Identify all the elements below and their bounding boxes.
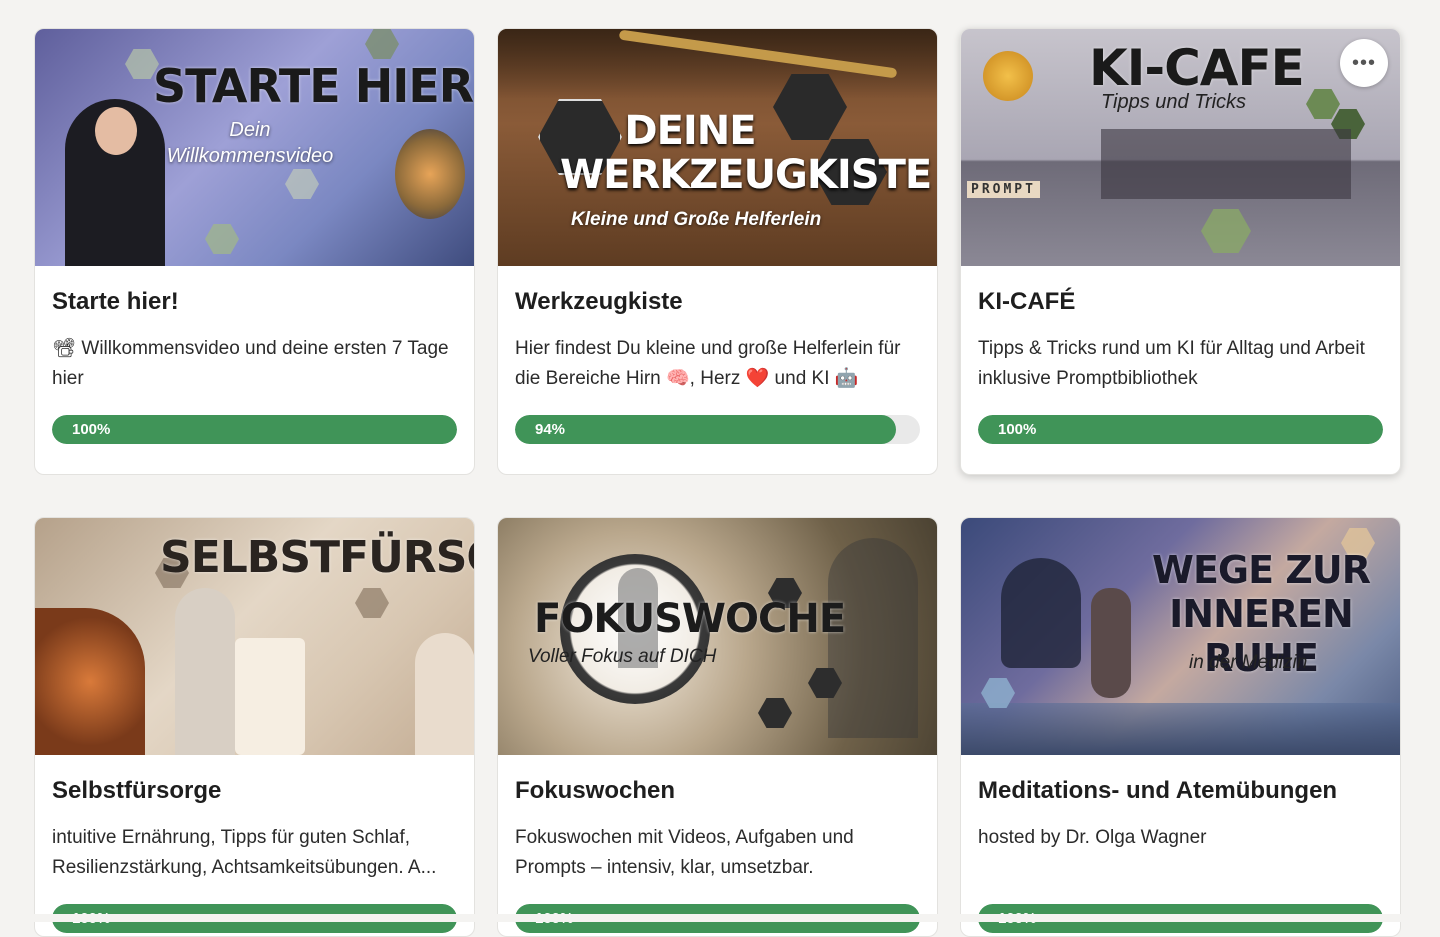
- course-description: hosted by Dr. Olga Wagner: [978, 827, 1207, 848]
- robot-icon: [983, 51, 1033, 101]
- progress-fill: 100%: [978, 415, 1383, 444]
- candle-image: [235, 638, 305, 755]
- food-plate-image: [35, 608, 145, 755]
- progress-fill: 100%: [52, 415, 457, 444]
- thumb-title: DEINE WERKZEUGKISTE: [560, 108, 932, 198]
- water-image: [961, 703, 1400, 755]
- woman-image: [175, 588, 235, 755]
- progress-bar: 100%: [978, 415, 1383, 444]
- meditating-silhouette: [1001, 558, 1081, 668]
- thumb-subtitle: Voller Fokus auf DICH: [528, 646, 717, 667]
- thumb-title: FOKUSWOCHE: [534, 596, 846, 642]
- course-thumbnail[interactable]: SELBSTFÜRSORGE: [35, 518, 474, 755]
- course-thumbnail[interactable]: FOKUSWOCHE Voller Fokus auf DICH: [498, 518, 937, 755]
- thumb-subtitle: Tipps und Tricks: [1101, 91, 1247, 113]
- thumb-subtitle: Dein Willkommensvideo: [166, 119, 334, 167]
- course-title[interactable]: Fokuswochen: [515, 777, 920, 805]
- course-description: Tipps & Tricks rund um KI für Alltag und…: [978, 338, 1365, 389]
- progress-label: 94%: [535, 421, 566, 438]
- prompt-label: PROMPT: [967, 181, 1040, 198]
- course-thumbnail[interactable]: DEINE WERKZEUGKISTE Kleine und Große Hel…: [498, 29, 937, 266]
- progress-fill: 94%: [515, 415, 896, 444]
- lightbulb-image: [395, 129, 465, 219]
- course-title[interactable]: Werkzeugkiste: [515, 288, 920, 316]
- course-grid: STARTE HIER! Dein Willkommensvideo Start…: [34, 28, 1401, 937]
- course-title[interactable]: Meditations- und Atemübungen: [978, 777, 1383, 805]
- thumb-title: KI-CAFE: [1089, 39, 1305, 97]
- course-thumbnail[interactable]: KI-CAFE Tipps und Tricks PROMPT •••: [961, 29, 1400, 266]
- more-options-button[interactable]: •••: [1340, 39, 1388, 87]
- progress-bar: 100%: [52, 415, 457, 444]
- course-card-meditation[interactable]: WEGE ZUR INNEREN RUHE in der Medizin Med…: [960, 517, 1401, 937]
- course-description: 📽 Willkommensvideo und deine ersten 7 Ta…: [52, 338, 449, 389]
- thumb-title: STARTE HIER!: [153, 59, 474, 113]
- course-card-fokuswochen[interactable]: FOKUSWOCHE Voller Fokus auf DICH Fokuswo…: [497, 517, 938, 937]
- progress-label: 100%: [72, 421, 111, 438]
- thumb-subtitle: Kleine und Große Helferlein: [571, 209, 822, 230]
- course-description: Hier findest Du kleine und große Helferl…: [515, 338, 901, 389]
- thumb-title: SELBSTFÜRSORGE: [160, 532, 474, 583]
- progress-label: 100%: [998, 421, 1037, 438]
- course-card-selbstfuersorge[interactable]: SELBSTFÜRSORGE Selbstfürsorge intuitive …: [34, 517, 475, 937]
- course-title[interactable]: KI-CAFÉ: [978, 288, 1383, 316]
- course-card-ki-cafe[interactable]: KI-CAFE Tipps und Tricks PROMPT ••• KI-C…: [960, 28, 1401, 475]
- course-card-starte-hier[interactable]: STARTE HIER! Dein Willkommensvideo Start…: [34, 28, 475, 475]
- course-card-werkzeugkiste[interactable]: DEINE WERKZEUGKISTE Kleine und Große Hel…: [497, 28, 938, 475]
- progress-bar: 94%: [515, 415, 920, 444]
- course-description: Fokuswochen mit Videos, Aufgaben und Pro…: [515, 827, 854, 878]
- course-thumbnail[interactable]: WEGE ZUR INNEREN RUHE in der Medizin: [961, 518, 1400, 755]
- thumb-subtitle: in der Medizin: [1189, 652, 1308, 673]
- course-description: intuitive Ernährung, Tipps für guten Sch…: [52, 827, 437, 878]
- course-title[interactable]: Selbstfürsorge: [52, 777, 457, 805]
- stone-stack-image: [1091, 588, 1131, 698]
- course-thumbnail[interactable]: STARTE HIER! Dein Willkommensvideo: [35, 29, 474, 266]
- meditating-woman-image: [415, 633, 474, 755]
- viewport-edge: [0, 914, 1440, 922]
- course-title[interactable]: Starte hier!: [52, 288, 457, 316]
- coffee-machine-image: [1101, 129, 1351, 199]
